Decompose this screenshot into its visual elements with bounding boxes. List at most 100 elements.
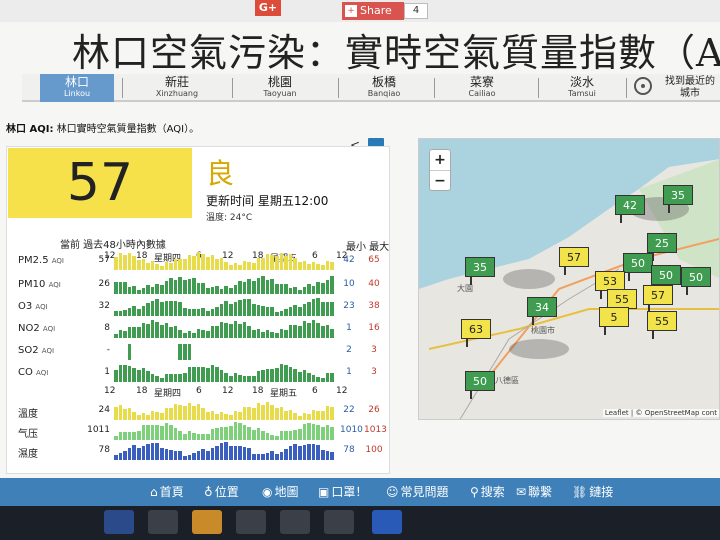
history-bar [206,412,210,420]
history-bar [265,253,270,270]
folder-icon[interactable] [192,510,222,534]
station-marker[interactable]: 35 [465,257,495,285]
station-marker[interactable]: 50 [623,253,653,281]
history-bar [183,333,187,338]
row-max: 26 [368,405,380,415]
locate-icon[interactable] [634,77,652,95]
history-bar [284,448,288,460]
tab-label: 找到最近的城市 [665,76,715,99]
bottom-nav-item[interactable]: ⛓ 鏈接 [572,483,613,500]
history-bar [229,324,233,338]
station-marker[interactable]: 50 [681,267,711,295]
history-bar [206,368,210,382]
zoom-in-button[interactable]: + [430,150,450,170]
map-attribution[interactable]: Leaflet | © OpenStreetMap cont [602,409,719,417]
history-bar [123,331,127,338]
history-bar [127,308,132,316]
station-marker[interactable]: 5 [599,307,629,335]
history-bar [187,344,192,360]
station-marker[interactable]: 63 [461,319,491,347]
map-icon: ◉ [262,485,273,499]
share-button[interactable]: + Share [342,2,404,20]
history-bar [210,255,215,270]
station-marker[interactable]: 34 [527,297,557,325]
bottom-nav-item[interactable]: ◉ 地圖 [262,483,299,500]
share-count: 4 [404,3,428,19]
taskbar-app-icon[interactable] [280,510,310,534]
history-bar [275,368,279,382]
history-bar [210,365,215,382]
station-marker[interactable]: 55 [607,289,637,317]
history-bar [247,427,251,440]
history-bar [224,413,228,420]
tab-label: 淡水 [569,75,594,89]
tab-nearest-city[interactable]: 找到最近的城市 [662,74,718,102]
history-bar [196,329,201,338]
tab-xinzhuang[interactable]: 新莊 Xinzhuang [132,74,222,102]
tab-cailiao[interactable]: 菜寮 Cailiao [442,74,522,102]
row-label: SO2 AQI [18,345,55,356]
search-icon: ⚲ [470,485,479,499]
history-bar [233,422,238,440]
share-label: Share [360,4,392,17]
zoom-out-button[interactable]: − [430,170,450,190]
station-marker[interactable]: 50 [651,265,681,293]
history-bar [206,330,210,338]
bottom-nav-item[interactable]: ☺ 常見問題 [386,483,449,500]
word-icon[interactable] [372,510,402,534]
bottom-nav-item[interactable]: ⌂ 首頁 [150,483,184,500]
tab-tamsui[interactable]: 淡水 Tamsui [544,74,620,102]
tab-banqiao[interactable]: 板橋 Banqiao [344,74,424,102]
history-bar [155,263,159,270]
station-marker[interactable]: 55 [647,311,677,339]
history-bar [321,410,325,420]
history-bar [187,403,192,420]
history-bar [137,327,141,338]
row-history-bars [114,402,336,420]
taskbar-app-icon[interactable] [236,510,266,534]
tab-linkou[interactable]: 林口 Linkou [40,74,114,102]
history-bar [160,325,164,338]
bottom-nav-item[interactable]: ⚲ 搜索 [470,483,505,500]
history-bar [265,306,270,316]
bottom-nav-label: 位置 [214,485,239,499]
history-bar [302,304,307,316]
station-marker[interactable]: 50 [465,371,495,399]
station-marker[interactable]: 57 [559,247,589,275]
history-bar [256,328,261,338]
bottom-nav-item[interactable]: ▣ 口罩！ [318,483,367,500]
chrome-icon[interactable] [148,510,178,534]
tab-taoyuan[interactable]: 桃園 Taoyuan [240,74,320,102]
bottom-nav-item[interactable]: ♁ 位置 [204,483,239,500]
station-marker[interactable]: 25 [647,233,677,261]
history-bar [155,425,159,440]
history-bar [169,425,173,440]
history-bar [196,404,201,420]
row-max: 38 [368,301,380,311]
station-marker[interactable]: 35 [663,185,693,213]
station-marker[interactable]: 57 [643,285,673,313]
tab-sublabel: Linkou [63,89,91,98]
history-bar [311,444,316,460]
history-bar [146,444,150,460]
history-bar [330,276,334,294]
history-bar [155,376,159,382]
history-bar [325,406,330,420]
history-bar [210,448,215,460]
history-bar [196,366,201,382]
history-bar [252,304,256,316]
station-marker[interactable]: 42 [615,195,645,223]
station-marker[interactable]: 53 [595,271,625,299]
station-map[interactable]: 桃園市 八德區 大園 + − 42 35 25 35 57 50 50 50 53 55 57 34 5… [418,138,720,420]
os-taskbar [0,506,720,540]
bottom-nav-item[interactable]: ✉ 聯繫 [516,483,552,500]
history-bar [311,299,316,316]
map-label-taoyuan: 桃園市 [531,326,555,335]
taskbar-app-icon[interactable] [324,510,354,534]
row-max: 40 [368,279,380,289]
history-bar [201,307,205,316]
history-bar [210,287,215,294]
taskbar-app-icon[interactable] [104,510,134,534]
google-plus-button[interactable]: G+ [255,0,281,16]
history-bar [210,309,215,316]
